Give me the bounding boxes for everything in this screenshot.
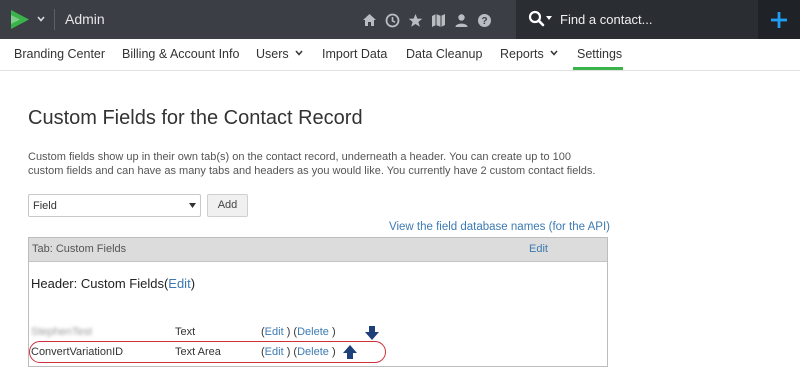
history-icon[interactable] — [383, 11, 401, 29]
logo-icon[interactable] — [10, 8, 30, 31]
top-icon-group: ? — [360, 11, 493, 29]
chevron-down-icon[interactable] — [36, 14, 46, 24]
field-type-select[interactable]: Field — [28, 194, 201, 217]
tab-edit-link[interactable]: Edit — [529, 243, 548, 255]
nav-users-label: Users — [256, 47, 289, 61]
field-delete-link[interactable]: Delete — [297, 346, 329, 358]
field-type: Text — [175, 326, 196, 338]
svg-text:?: ? — [481, 16, 487, 27]
section-header: Header: Custom Fields(Edit) — [31, 276, 195, 291]
nav-reports-label: Reports — [500, 47, 544, 61]
field-edit-link[interactable]: Edit — [265, 326, 284, 338]
top-bar: Admin ? — [0, 0, 800, 39]
page-title: Custom Fields for the Contact Record — [28, 107, 363, 129]
plus-icon — [771, 11, 787, 28]
custom-fields-table: Tab: Custom Fields Edit Header: Custom F… — [28, 237, 608, 367]
admin-nav: Branding Center Billing & Account Info U… — [0, 39, 800, 71]
nav-billing-account-info[interactable]: Billing & Account Info — [122, 47, 239, 61]
home-icon[interactable] — [360, 11, 378, 29]
field-delete-link[interactable]: Delete — [297, 326, 329, 338]
quick-add-button[interactable] — [758, 0, 800, 39]
nav-reports[interactable]: Reports — [500, 47, 558, 61]
chevron-down-icon — [550, 50, 558, 56]
search-icon[interactable] — [528, 10, 554, 28]
star-icon[interactable] — [406, 11, 424, 29]
tab-header-row: Tab: Custom Fields Edit — [29, 238, 607, 262]
up-arrow-icon[interactable] — [342, 345, 358, 359]
section-header-label: Header: Custom Fields( — [31, 276, 169, 291]
app-title: Admin — [65, 11, 105, 27]
contact-search-input[interactable] — [560, 8, 750, 31]
tab-label: Tab: Custom Fields — [32, 243, 127, 255]
map-icon[interactable] — [429, 11, 447, 29]
down-arrow-icon[interactable] — [364, 326, 380, 340]
field-type: Text Area — [175, 346, 221, 358]
field-edit-link[interactable]: Edit — [265, 346, 284, 358]
field-actions: (Edit ) (Delete ) — [261, 326, 336, 338]
nav-import-data[interactable]: Import Data — [322, 47, 387, 61]
help-icon[interactable]: ? — [475, 11, 493, 29]
dropdown-arrow-icon — [189, 203, 196, 208]
field-actions: (Edit ) (Delete ) — [261, 346, 336, 358]
field-name: StephenTest — [31, 326, 93, 338]
person-icon[interactable] — [452, 11, 470, 29]
field-name: ConvertVariationID — [31, 346, 124, 358]
nav-users[interactable]: Users — [256, 47, 303, 61]
nav-settings[interactable]: Settings — [577, 47, 622, 61]
api-field-names-link[interactable]: View the field database names (for the A… — [389, 221, 610, 233]
field-type-select-value: Field — [33, 200, 57, 212]
nav-data-cleanup[interactable]: Data Cleanup — [406, 47, 482, 61]
header-edit-link[interactable]: Edit — [168, 276, 190, 291]
chevron-down-icon — [295, 50, 303, 56]
nav-branding-center[interactable]: Branding Center — [14, 47, 105, 61]
add-field-button[interactable]: Add — [207, 194, 248, 217]
search-bar — [516, 0, 758, 39]
active-tab-indicator — [573, 67, 623, 70]
page-description: Custom fields show up in their own tab(s… — [28, 151, 596, 177]
section-header-close: ) — [190, 276, 196, 291]
divider — [54, 9, 55, 30]
